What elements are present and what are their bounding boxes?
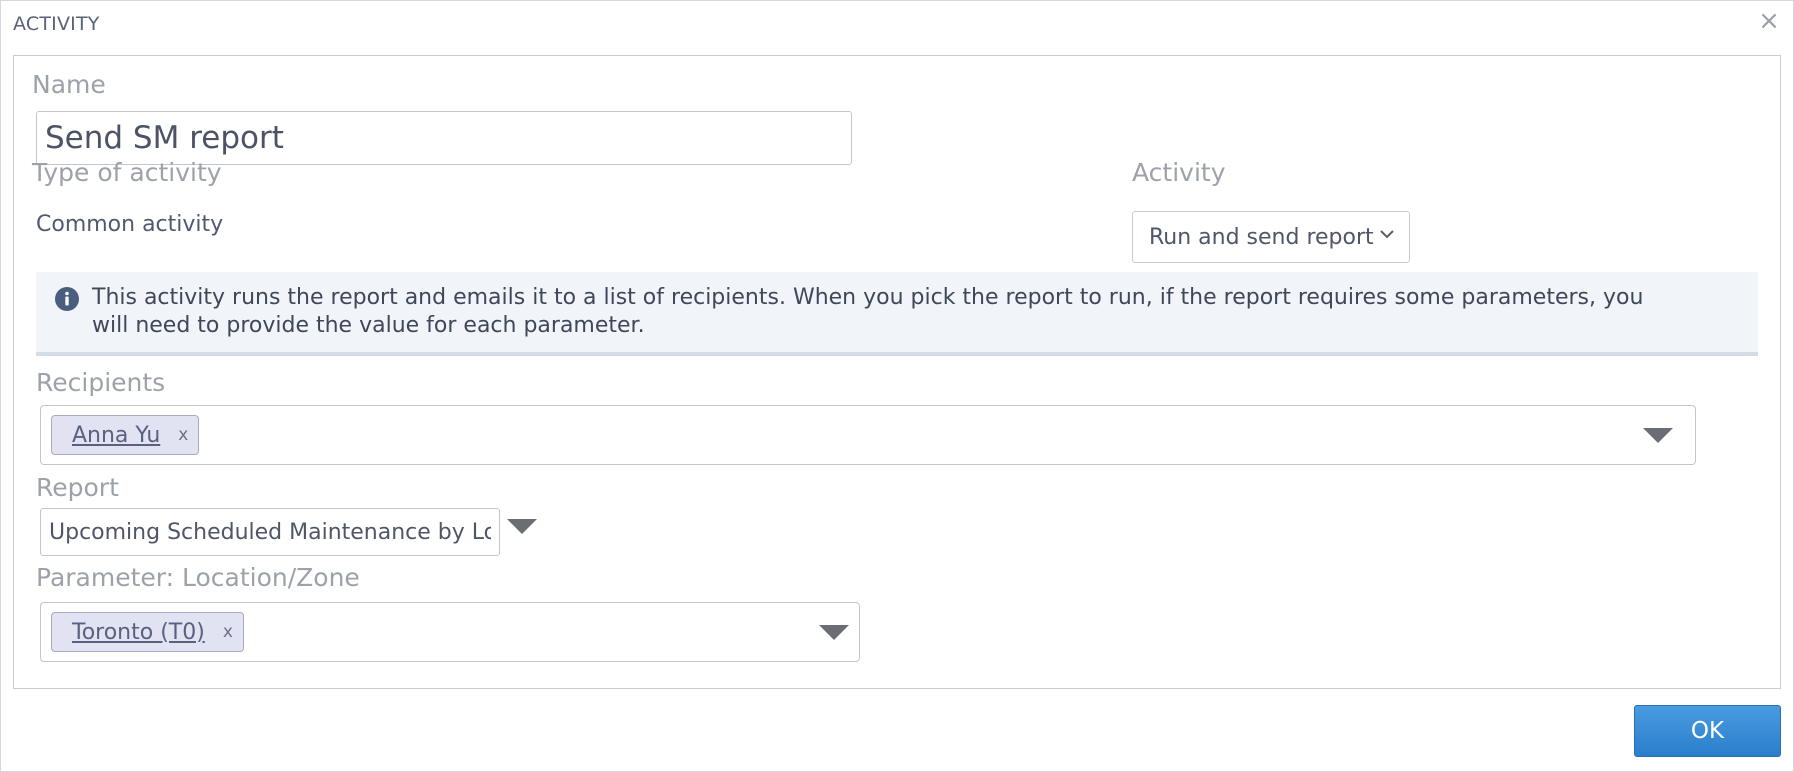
remove-recipient-button[interactable]: x xyxy=(178,425,188,445)
type-of-activity-label: Type of activity xyxy=(32,158,222,187)
info-circle-icon xyxy=(55,287,79,311)
activity-select[interactable]: Run and send report xyxy=(1132,211,1410,263)
activity-label: Activity xyxy=(1132,158,1226,187)
caret-down-icon[interactable] xyxy=(819,625,849,640)
recipient-tag-label[interactable]: Anna Yu xyxy=(72,423,160,448)
info-box: This activity runs the report and emails… xyxy=(36,272,1758,356)
type-of-activity-value: Common activity xyxy=(36,212,224,237)
activity-select-value: Run and send report xyxy=(1149,224,1374,250)
report-input[interactable] xyxy=(40,508,500,556)
info-text: This activity runs the report and emails… xyxy=(92,285,1644,338)
recipients-label: Recipients xyxy=(36,368,166,397)
form-panel: Name Type of activity Common activity Ac… xyxy=(13,55,1781,689)
chevron-down-icon xyxy=(1380,230,1394,239)
caret-down-icon[interactable] xyxy=(1643,428,1673,443)
report-dropdown-caret-icon[interactable] xyxy=(507,519,537,534)
parameter-location-field[interactable]: Toronto (T0) x xyxy=(40,602,860,662)
parameter-label: Parameter: Location/Zone xyxy=(36,563,360,592)
close-icon[interactable]: × xyxy=(1755,7,1783,35)
parameter-tag: Toronto (T0) x xyxy=(51,612,244,652)
remove-parameter-button[interactable]: x xyxy=(223,622,233,642)
ok-button[interactable]: OK xyxy=(1634,705,1781,757)
recipient-tag: Anna Yu x xyxy=(51,415,200,455)
name-label: Name xyxy=(32,70,106,99)
parameter-tag-label[interactable]: Toronto (T0) xyxy=(72,620,205,645)
recipients-field[interactable]: Anna Yu x xyxy=(40,405,1696,465)
report-label: Report xyxy=(36,473,119,502)
activity-dialog: ACTIVITY × Name Type of activity Common … xyxy=(0,0,1794,772)
name-input[interactable] xyxy=(36,111,852,165)
dialog-title: ACTIVITY xyxy=(13,13,100,35)
